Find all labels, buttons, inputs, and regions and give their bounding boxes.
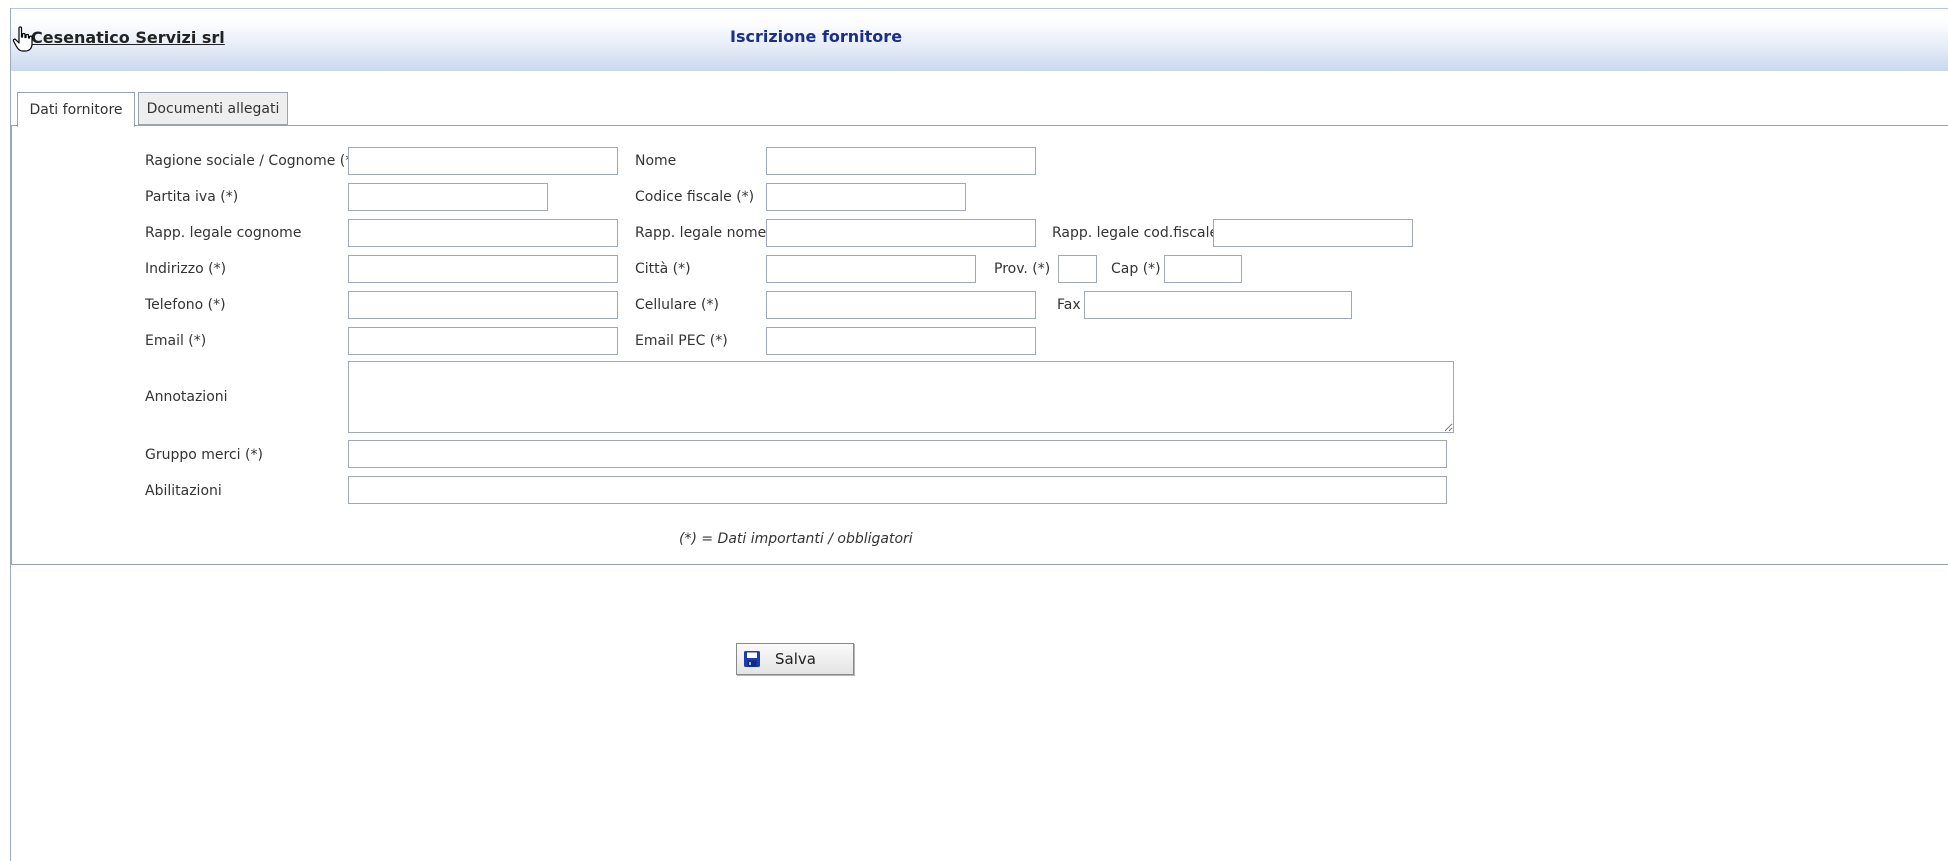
tab-documenti-allegati[interactable]: Documenti allegati xyxy=(138,92,288,125)
save-button[interactable]: Salva xyxy=(736,643,854,675)
telefono-input[interactable] xyxy=(348,291,618,319)
email-input[interactable] xyxy=(348,327,618,355)
citta-input[interactable] xyxy=(766,255,976,283)
indirizzo-label: Indirizzo (*) xyxy=(145,261,227,277)
rapp-legale-nome-label: Rapp. legale nome xyxy=(635,225,767,241)
indirizzo-input[interactable] xyxy=(348,255,618,283)
rapp-legale-nome-input[interactable] xyxy=(766,219,1036,247)
header-bar: Cesenatico Servizi srl Iscrizione fornit… xyxy=(11,8,1948,71)
citta-label: Città (*) xyxy=(635,261,691,277)
cap-label: Cap (*) xyxy=(1111,261,1161,277)
codice-fiscale-input[interactable] xyxy=(766,183,966,211)
ragione-sociale-label: Ragione sociale / Cognome (*) xyxy=(145,153,358,169)
abilitazioni-label: Abilitazioni xyxy=(145,483,222,499)
prov-input[interactable] xyxy=(1058,255,1097,283)
rapp-legale-cf-label: Rapp. legale cod.fiscale xyxy=(1052,225,1219,241)
annotazioni-label: Annotazioni xyxy=(145,389,228,405)
tab-dati-fornitore[interactable]: Dati fornitore xyxy=(17,92,135,127)
fax-label: Fax xyxy=(1057,297,1081,313)
nome-input[interactable] xyxy=(766,147,1036,175)
prov-label: Prov. (*) xyxy=(994,261,1051,277)
page-title: Iscrizione fornitore xyxy=(730,27,903,46)
nome-label: Nome xyxy=(635,153,677,169)
email-label: Email (*) xyxy=(145,333,207,349)
rapp-legale-cf-input[interactable] xyxy=(1213,219,1413,247)
abilitazioni-input[interactable] xyxy=(348,476,1447,504)
email-pec-label: Email PEC (*) xyxy=(635,333,728,349)
required-fields-legend: (*) = Dati importanti / obbligatori xyxy=(679,531,913,547)
floppy-disk-icon xyxy=(744,651,760,667)
company-link[interactable]: Cesenatico Servizi srl xyxy=(31,28,225,47)
ragione-sociale-input[interactable] xyxy=(348,147,618,175)
annotazioni-textarea[interactable] xyxy=(348,361,1454,433)
codice-fiscale-label: Codice fiscale (*) xyxy=(635,189,755,205)
hand-pointer-icon xyxy=(12,26,33,52)
telefono-label: Telefono (*) xyxy=(145,297,226,313)
fax-input[interactable] xyxy=(1084,291,1352,319)
cap-input[interactable] xyxy=(1164,255,1242,283)
partita-iva-label: Partita iva (*) xyxy=(145,189,239,205)
rapp-legale-cognome-label: Rapp. legale cognome xyxy=(145,225,302,241)
email-pec-input[interactable] xyxy=(766,327,1036,355)
partita-iva-input[interactable] xyxy=(348,183,548,211)
gruppo-merci-input[interactable] xyxy=(348,440,1447,468)
rapp-legale-cognome-input[interactable] xyxy=(348,219,618,247)
save-label: Salva xyxy=(775,650,816,668)
gruppo-merci-label: Gruppo merci (*) xyxy=(145,447,263,463)
cellulare-input[interactable] xyxy=(766,291,1036,319)
cellulare-label: Cellulare (*) xyxy=(635,297,719,313)
